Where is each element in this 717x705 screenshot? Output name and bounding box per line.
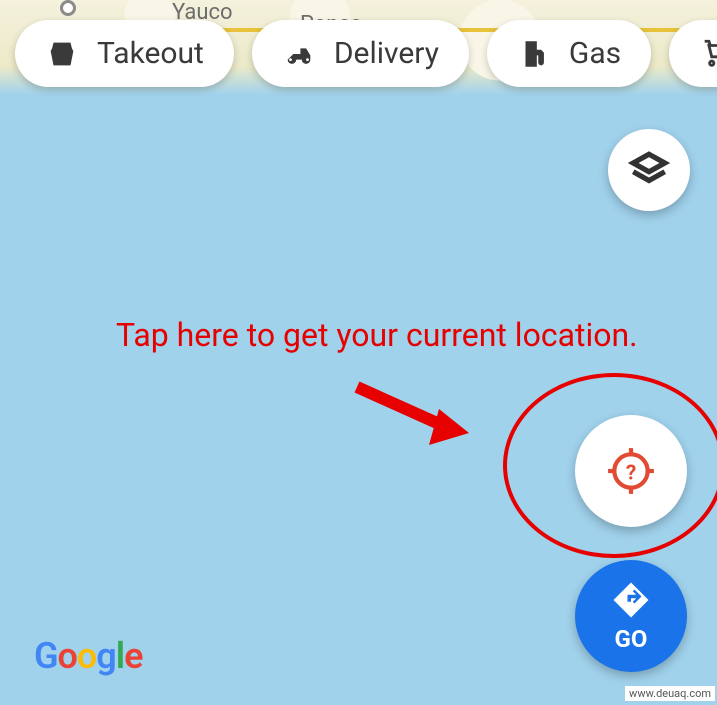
annotation-arrow xyxy=(351,373,471,453)
layers-button[interactable] xyxy=(608,129,690,211)
map-canvas[interactable]: Yauco Ponce Takeout Delivery Gas Groceri… xyxy=(0,0,717,705)
go-label: GO xyxy=(615,625,648,653)
chip-delivery[interactable]: Delivery xyxy=(252,20,469,87)
moped-icon xyxy=(282,37,316,71)
location-crosshair-icon: ? xyxy=(606,446,656,496)
chip-label: Delivery xyxy=(334,36,439,71)
google-logo: Google xyxy=(34,635,143,677)
chip-label: Gas xyxy=(569,36,621,71)
map-marker xyxy=(60,0,76,16)
directions-icon xyxy=(610,579,652,621)
gas-icon xyxy=(517,37,551,71)
my-location-button[interactable]: ? xyxy=(575,415,687,527)
category-chip-row: Takeout Delivery Gas Groceries xyxy=(15,20,717,87)
chip-label: Takeout xyxy=(97,36,204,71)
chip-takeout[interactable]: Takeout xyxy=(15,20,234,87)
takeout-icon xyxy=(45,37,79,71)
svg-text:?: ? xyxy=(626,461,636,485)
layers-icon xyxy=(628,149,670,191)
directions-go-button[interactable]: GO xyxy=(575,560,687,672)
annotation-text: Tap here to get your current location. xyxy=(116,316,638,354)
cart-icon xyxy=(699,37,717,71)
watermark: www.deuaq.com xyxy=(625,686,715,701)
chip-groceries[interactable]: Groceries xyxy=(669,20,717,87)
chip-gas[interactable]: Gas xyxy=(487,20,651,87)
